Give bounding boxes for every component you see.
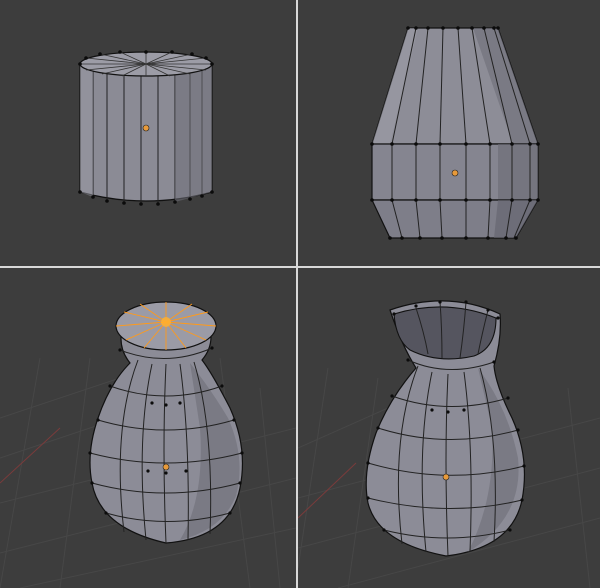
object-origin-dot [162, 463, 170, 471]
object-origin-dot [451, 169, 459, 177]
cylinder-mesh[interactable] [78, 50, 214, 206]
viewport-top-left-canvas[interactable] [0, 0, 296, 266]
selected-center-vertex [161, 317, 171, 327]
object-origin-dot [442, 473, 450, 481]
viewport-top-left[interactable] [0, 0, 296, 266]
viewport-top-right-canvas[interactable] [298, 0, 600, 266]
viewport-top-right[interactable] [298, 0, 600, 266]
viewport-bottom-left-canvas[interactable] [0, 268, 296, 588]
viewport-separator-horizontal[interactable] [0, 266, 600, 268]
viewport-bottom-right-canvas[interactable] [298, 268, 600, 588]
viewport-bottom-right[interactable] [298, 268, 600, 588]
viewport-separator-vertical[interactable] [296, 0, 298, 588]
object-origin-dot [142, 124, 150, 132]
viewport-bottom-left[interactable] [0, 268, 296, 588]
four-viewport-layout [0, 0, 600, 588]
